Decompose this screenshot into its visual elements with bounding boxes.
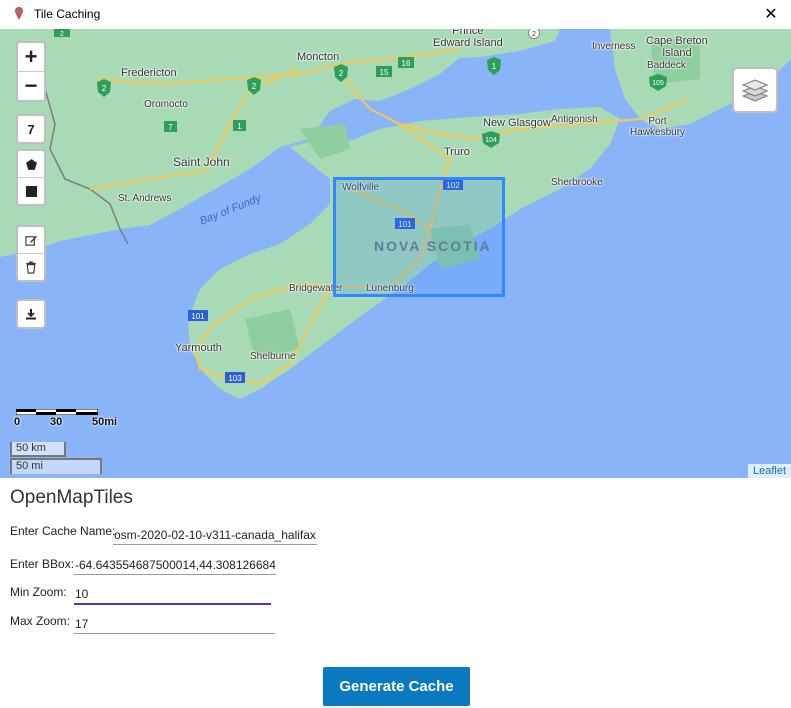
- svg-text:2: 2: [532, 31, 536, 38]
- layers-icon: [742, 79, 768, 102]
- zoom-level-display: 7: [27, 121, 35, 137]
- bbox-input[interactable]: [74, 556, 276, 575]
- edit-icon: [24, 235, 37, 246]
- window-title: Tile Caching: [34, 7, 101, 21]
- close-button[interactable]: ✕: [757, 2, 785, 26]
- scale-tick-50mi: 50mi: [92, 416, 118, 428]
- download-button[interactable]: [18, 301, 44, 327]
- download-control: [16, 299, 46, 329]
- zoom-control: + −: [16, 41, 46, 102]
- min-zoom-input[interactable]: [74, 585, 271, 605]
- map-label-baddeck: Baddeck: [647, 60, 686, 71]
- max-zoom-input[interactable]: [74, 615, 275, 634]
- svg-text:105: 105: [652, 80, 664, 87]
- map-label-port-hawkesbury: Port Hawkesbury: [630, 116, 686, 138]
- map-label-st-andrews: St. Andrews: [118, 193, 172, 204]
- route-shield-icon: 2: [247, 77, 261, 95]
- layers-control-button[interactable]: [732, 67, 778, 113]
- map-attribution-link[interactable]: Leaflet: [747, 464, 791, 478]
- svg-text:1: 1: [492, 62, 497, 71]
- map-view[interactable]: 2 2 2 2 7 1 15 16 1 104 105 102 101 101 …: [0, 29, 791, 478]
- map-label-inverness: Inverness: [592, 41, 636, 52]
- svg-text:16: 16: [402, 59, 411, 68]
- route-shield-icon: 1: [233, 120, 246, 131]
- bbox-selection-rectangle[interactable]: [333, 177, 505, 297]
- trash-icon: [26, 260, 36, 274]
- svg-text:7: 7: [168, 123, 173, 132]
- route-shield-icon: 101: [188, 310, 208, 321]
- download-icon: [26, 309, 36, 320]
- min-zoom-label: Min Zoom:: [10, 585, 67, 599]
- route-shield-icon: 104: [482, 131, 500, 148]
- draw-rectangle-button[interactable]: [18, 177, 44, 204]
- provider-title: OpenMapTiles: [10, 487, 133, 508]
- scale-tick-30: 30: [50, 416, 63, 428]
- route-shield-icon: 15: [376, 66, 392, 77]
- scale-km: 50 km: [10, 442, 66, 457]
- map-label-truro: Truro: [444, 146, 470, 158]
- map-label-shelburne: Shelburne: [250, 351, 296, 362]
- draw-toolbar: [16, 149, 46, 206]
- generate-cache-button[interactable]: Generate Cache: [323, 667, 470, 706]
- map-label-yarmouth: Yarmouth: [175, 342, 222, 354]
- svg-text:2: 2: [102, 84, 107, 93]
- svg-text:2: 2: [252, 82, 257, 91]
- draw-polygon-button[interactable]: [18, 151, 44, 177]
- route-shield-icon: 105: [649, 74, 667, 91]
- cache-name-input[interactable]: [113, 526, 317, 545]
- scale-mi: 50 mi: [10, 458, 102, 474]
- svg-text:101: 101: [191, 312, 205, 321]
- map-label-fredericton: Fredericton: [121, 67, 177, 79]
- map-label-saint-john: Saint John: [173, 155, 230, 169]
- edit-toolbar: [16, 225, 46, 282]
- zoom-out-button[interactable]: −: [18, 71, 44, 100]
- map-label-prince-edward-island: Prince Edward Island: [433, 29, 503, 49]
- window-title-bar: Tile Caching ✕: [0, 0, 791, 29]
- svg-text:2: 2: [60, 31, 64, 37]
- edit-layers-button[interactable]: [18, 227, 44, 253]
- zoom-in-button[interactable]: +: [18, 43, 44, 71]
- route-shield-icon: 103: [225, 372, 245, 383]
- map-label-cape-breton-island: Cape Breton Island: [646, 35, 708, 59]
- map-label-oromocto: Oromocto: [144, 99, 188, 110]
- map-label-new-glasgow: New Glasgow: [483, 117, 551, 129]
- map-label-antigonish: Antigonish: [551, 114, 598, 125]
- cache-name-label: Enter Cache Name:: [10, 524, 116, 538]
- route-shield-icon: 2: [97, 79, 111, 97]
- zoom-level-control: 7: [16, 114, 46, 144]
- svg-text:1: 1: [237, 122, 242, 131]
- svg-text:104: 104: [485, 137, 497, 144]
- svg-text:103: 103: [228, 374, 242, 383]
- map-label-sherbrooke: Sherbrooke: [551, 177, 603, 188]
- route-shield-icon: 1: [487, 57, 501, 75]
- route-shield-icon: 2: [54, 29, 70, 37]
- svg-text:15: 15: [380, 68, 389, 77]
- square-icon: [25, 185, 37, 197]
- scale-tick-0: 0: [14, 416, 21, 428]
- app-logo-icon: [15, 7, 23, 20]
- route-shield-icon: 16: [398, 57, 414, 68]
- pentagon-icon: [25, 158, 37, 170]
- delete-layers-button[interactable]: [18, 253, 44, 280]
- bbox-label: Enter BBox:: [10, 557, 75, 571]
- max-zoom-label: Max Zoom:: [10, 614, 71, 628]
- cache-form: OpenMapTiles Enter Cache Name: Enter BBo…: [0, 478, 791, 708]
- scale-bar-graphic: [16, 409, 98, 415]
- route-shield-icon: 7: [164, 121, 177, 132]
- route-shield-icon: 2: [334, 64, 348, 82]
- route-shield-icon: 2: [528, 29, 540, 39]
- svg-text:2: 2: [339, 69, 344, 78]
- map-label-moncton: Moncton: [297, 51, 340, 63]
